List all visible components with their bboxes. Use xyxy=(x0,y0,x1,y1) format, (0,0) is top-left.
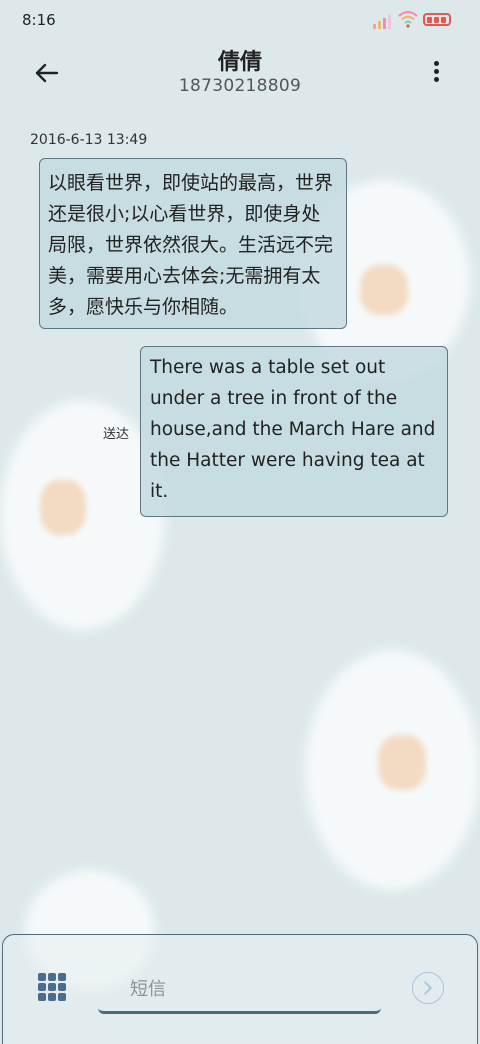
battery-icon xyxy=(423,13,451,26)
outgoing-message-bubble[interactable]: There was a table set out under a tree i… xyxy=(140,346,448,517)
status-bar: 8:16 xyxy=(0,0,480,40)
wifi-icon xyxy=(398,10,418,28)
more-vert-icon[interactable] xyxy=(425,58,447,88)
apps-grid-icon[interactable] xyxy=(38,973,66,1001)
message-input[interactable] xyxy=(98,968,381,1014)
contact-name: 倩倩 xyxy=(217,50,262,75)
message-timestamp: 2016-6-13 13:49 xyxy=(30,132,148,148)
signal-icon xyxy=(373,14,391,29)
incoming-message-bubble[interactable]: 以眼看世界，即使站的最高，世界还是很小;以心看世界，即使身处局限，世界依然很大。… xyxy=(39,158,347,329)
status-time: 8:16 xyxy=(22,11,56,29)
contact-number: 18730218809 xyxy=(178,76,302,96)
delivery-status: 送达 xyxy=(103,427,130,442)
send-icon[interactable] xyxy=(412,972,444,1004)
conversation-header: 倩倩 18730218809 xyxy=(0,40,480,110)
